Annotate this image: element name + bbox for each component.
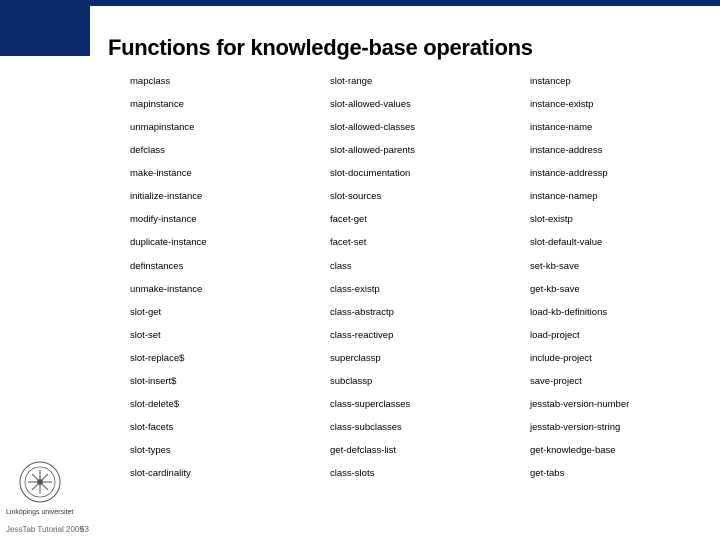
function-name: class-abstractp [330, 301, 490, 324]
function-name: get-knowledge-base [530, 440, 690, 463]
function-name: jesstab-version-string [530, 416, 690, 439]
accent-top-bar [0, 0, 720, 6]
function-columns: mapclassmapinstanceunmapinstancedefclass… [130, 70, 690, 486]
function-name: get-kb-save [530, 278, 690, 301]
function-name: slot-range [330, 70, 490, 93]
function-name: slot-default-value [530, 232, 690, 255]
function-name: slot-cardinality [130, 463, 290, 486]
function-name: duplicate-instance [130, 232, 290, 255]
function-name: class-reactivep [330, 324, 490, 347]
function-name: get-tabs [530, 463, 690, 486]
function-name: slot-types [130, 440, 290, 463]
function-name: make-instance [130, 162, 290, 185]
function-name: slot-replace$ [130, 347, 290, 370]
footer-label: JessTab Tutorial 2009 [6, 525, 84, 534]
function-name: definstances [130, 255, 290, 278]
function-name: get-defclass-list [330, 440, 490, 463]
function-name: facet-get [330, 209, 490, 232]
function-name: instance-name [530, 116, 690, 139]
function-name: class-slots [330, 463, 490, 486]
function-name: slot-insert$ [130, 370, 290, 393]
function-name: slot-sources [330, 185, 490, 208]
university-seal-icon [18, 460, 62, 504]
function-name: slot-allowed-values [330, 93, 490, 116]
function-name: unmapinstance [130, 116, 290, 139]
accent-top-left-block [0, 0, 90, 56]
function-name: unmake-instance [130, 278, 290, 301]
function-name: set-kb-save [530, 255, 690, 278]
function-name: mapclass [130, 70, 290, 93]
function-name: slot-existp [530, 209, 690, 232]
function-name: initialize-instance [130, 185, 290, 208]
function-name: facet-set [330, 232, 490, 255]
column-1: mapclassmapinstanceunmapinstancedefclass… [130, 70, 290, 486]
function-name: class-existp [330, 278, 490, 301]
slide-title: Functions for knowledge-base operations [108, 35, 533, 61]
function-name: slot-allowed-parents [330, 139, 490, 162]
function-name: modify-instance [130, 209, 290, 232]
column-3: instancepinstance-existpinstance-nameins… [530, 70, 690, 486]
function-name: jesstab-version-number [530, 393, 690, 416]
function-name: slot-get [130, 301, 290, 324]
university-name: Linköpings universitet [6, 509, 73, 516]
column-2: slot-rangeslot-allowed-valuesslot-allowe… [330, 70, 490, 486]
function-name: load-project [530, 324, 690, 347]
function-name: class [330, 255, 490, 278]
function-name: mapinstance [130, 93, 290, 116]
function-name: instance-address [530, 139, 690, 162]
function-name: slot-set [130, 324, 290, 347]
function-name: instance-namep [530, 185, 690, 208]
function-name: load-kb-definitions [530, 301, 690, 324]
function-name: subclassp [330, 370, 490, 393]
function-name: instance-existp [530, 93, 690, 116]
page-number: 53 [80, 525, 89, 534]
function-name: class-subclasses [330, 416, 490, 439]
function-name: instance-addressp [530, 162, 690, 185]
function-name: instancep [530, 70, 690, 93]
function-name: class-superclasses [330, 393, 490, 416]
function-name: slot-facets [130, 416, 290, 439]
function-name: superclassp [330, 347, 490, 370]
function-name: slot-delete$ [130, 393, 290, 416]
function-name: defclass [130, 139, 290, 162]
function-name: include-project [530, 347, 690, 370]
function-name: slot-documentation [330, 162, 490, 185]
function-name: slot-allowed-classes [330, 116, 490, 139]
function-name: save-project [530, 370, 690, 393]
